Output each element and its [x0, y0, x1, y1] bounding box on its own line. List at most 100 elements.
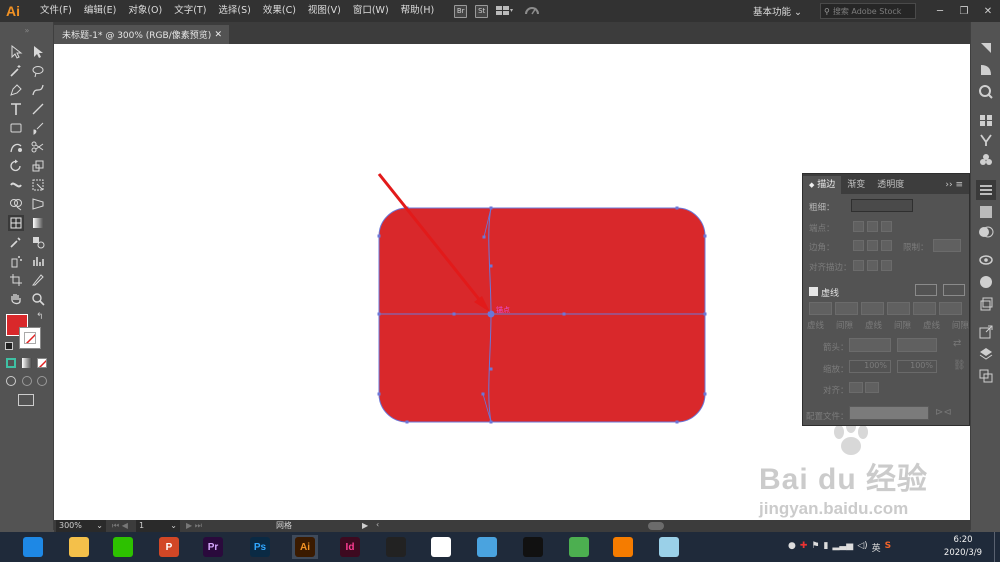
rectangle-icon[interactable] — [8, 120, 24, 136]
eyedropper-icon[interactable] — [8, 234, 24, 250]
restore-button[interactable]: ❐ — [952, 6, 976, 17]
color-guide-icon[interactable] — [978, 62, 994, 78]
sogou-tray-icon[interactable]: S — [885, 541, 891, 554]
tab-gradient[interactable]: 渐变 — [841, 176, 871, 194]
export-icon[interactable] — [978, 324, 994, 340]
blend-icon[interactable] — [30, 234, 46, 250]
align-outside-button[interactable] — [881, 260, 892, 271]
taskbar-chrome-button[interactable] — [566, 535, 592, 559]
scale-icon[interactable] — [30, 158, 46, 174]
close-tab-icon[interactable]: ✕ — [214, 30, 222, 40]
draw-inside-icon[interactable] — [37, 376, 47, 386]
direct-selection-icon[interactable] — [30, 44, 46, 60]
swap-arrowheads-icon[interactable]: ⇄ — [953, 338, 961, 349]
flip-profile-icon[interactable]: ⊳⊲ — [935, 407, 952, 418]
menu-select[interactable]: 选择(S) — [212, 0, 256, 22]
screen-mode-icon[interactable] — [18, 394, 34, 406]
menu-view[interactable]: 视图(V) — [302, 0, 347, 22]
align-center-button[interactable] — [853, 260, 864, 271]
menu-edit[interactable]: 编辑(E) — [78, 0, 122, 22]
volume-tray-icon[interactable]: ◁) — [857, 541, 867, 554]
gap-input-1[interactable] — [835, 302, 858, 315]
anchor-point[interactable] — [675, 420, 679, 424]
clock[interactable]: 6:20 2020/3/9 — [940, 534, 986, 560]
default-fill-stroke-icon[interactable] — [5, 342, 13, 350]
none-mode-icon[interactable] — [37, 358, 47, 368]
workspace-switcher[interactable]: 基本功能 ⌄ — [753, 4, 802, 18]
anchor-point[interactable] — [377, 392, 381, 396]
gpu-performance-icon[interactable] — [524, 4, 546, 19]
gradient-icon[interactable] — [30, 215, 46, 231]
gap-input-2[interactable] — [887, 302, 910, 315]
miter-join-button[interactable] — [853, 240, 864, 251]
first-artboard-icon[interactable]: ⏮ ◀ — [112, 520, 128, 532]
anchor-point[interactable] — [703, 312, 707, 316]
round-join-button[interactable] — [867, 240, 878, 251]
appearance-icon[interactable] — [978, 252, 994, 268]
brushes-icon[interactable] — [978, 132, 994, 148]
color-panel-icon[interactable] — [978, 40, 994, 56]
panel-grip[interactable]: » — [0, 26, 54, 38]
anchor-point[interactable] — [489, 264, 493, 268]
pen-icon[interactable] — [8, 82, 24, 98]
dashed-line-checkbox[interactable] — [809, 287, 818, 296]
weight-input[interactable] — [851, 199, 913, 212]
line-icon[interactable] — [30, 101, 46, 117]
start-scale-input[interactable]: 100% — [849, 360, 891, 373]
taskbar-bird-app-button[interactable] — [474, 535, 500, 559]
menu-file[interactable]: 文件(F) — [34, 0, 78, 22]
free-transform-icon[interactable] — [30, 177, 46, 193]
magic-wand-icon[interactable] — [8, 63, 24, 79]
graph-icon[interactable] — [30, 253, 46, 269]
profile-select[interactable] — [849, 406, 929, 420]
menu-effect[interactable]: 效果(C) — [257, 0, 302, 22]
round-cap-button[interactable] — [867, 221, 878, 232]
paintbrush-icon[interactable] — [30, 120, 46, 136]
taskbar-indesign-button[interactable]: Id — [337, 535, 363, 559]
anchor-point[interactable] — [703, 392, 707, 396]
hand-icon[interactable] — [8, 291, 24, 307]
anchor-point[interactable] — [481, 392, 485, 396]
tab-stroke[interactable]: ◆ 描边 — [803, 176, 842, 194]
gradient-panel-icon[interactable] — [978, 204, 994, 220]
next-artboard-icon[interactable]: ▶ ⏭ — [186, 520, 202, 532]
graphic-styles-icon[interactable] — [978, 274, 994, 290]
shaper-icon[interactable] — [8, 139, 24, 155]
rotate-icon[interactable] — [8, 158, 24, 174]
taskbar-color-app-button[interactable] — [428, 535, 454, 559]
anchor-point[interactable] — [482, 235, 486, 239]
gap-input-3[interactable] — [939, 302, 962, 315]
battery-tray-icon[interactable]: ▮ — [823, 541, 828, 554]
draw-behind-icon[interactable] — [22, 376, 32, 386]
link-scale-icon[interactable]: ⛓ — [953, 360, 966, 371]
curvature-icon[interactable] — [30, 82, 46, 98]
scroll-thumb[interactable] — [648, 522, 664, 530]
artboards-icon[interactable] — [978, 368, 994, 384]
close-button[interactable]: ✕ — [976, 6, 1000, 17]
taskbar-qq-button[interactable] — [520, 535, 546, 559]
taskbar-premiere-button[interactable]: Pr — [200, 535, 226, 559]
scissors-icon[interactable] — [30, 139, 46, 155]
zoom-icon[interactable] — [30, 291, 46, 307]
swatches-icon[interactable] — [978, 112, 994, 128]
taskbar-powerpoint-button[interactable]: P — [156, 535, 182, 559]
anchor-point[interactable] — [675, 206, 679, 210]
shape-builder-icon[interactable] — [8, 196, 24, 212]
limit-input[interactable] — [933, 239, 961, 252]
bevel-join-button[interactable] — [881, 240, 892, 251]
taskbar-video-editor-button[interactable] — [383, 535, 409, 559]
minimize-button[interactable]: ─ — [928, 6, 952, 17]
taskbar-illustrator-button[interactable]: Ai — [292, 535, 318, 559]
color-mode-icon[interactable] — [6, 358, 16, 368]
layers-panel-icon[interactable] — [978, 296, 994, 312]
draw-normal-icon[interactable] — [6, 376, 16, 386]
start-arrowhead-select[interactable] — [849, 338, 891, 352]
slice-icon[interactable] — [30, 272, 46, 288]
lasso-icon[interactable] — [30, 63, 46, 79]
end-scale-input[interactable]: 100% — [897, 360, 937, 373]
swap-fill-stroke-icon[interactable]: ↰ — [36, 312, 44, 322]
gradient-mode-icon[interactable] — [22, 358, 32, 368]
type-icon[interactable] — [8, 101, 24, 117]
width-icon[interactable] — [8, 177, 24, 193]
document-tab[interactable]: 未标题-1* @ 300% (RGB/像素预览) ✕ — [54, 25, 229, 44]
